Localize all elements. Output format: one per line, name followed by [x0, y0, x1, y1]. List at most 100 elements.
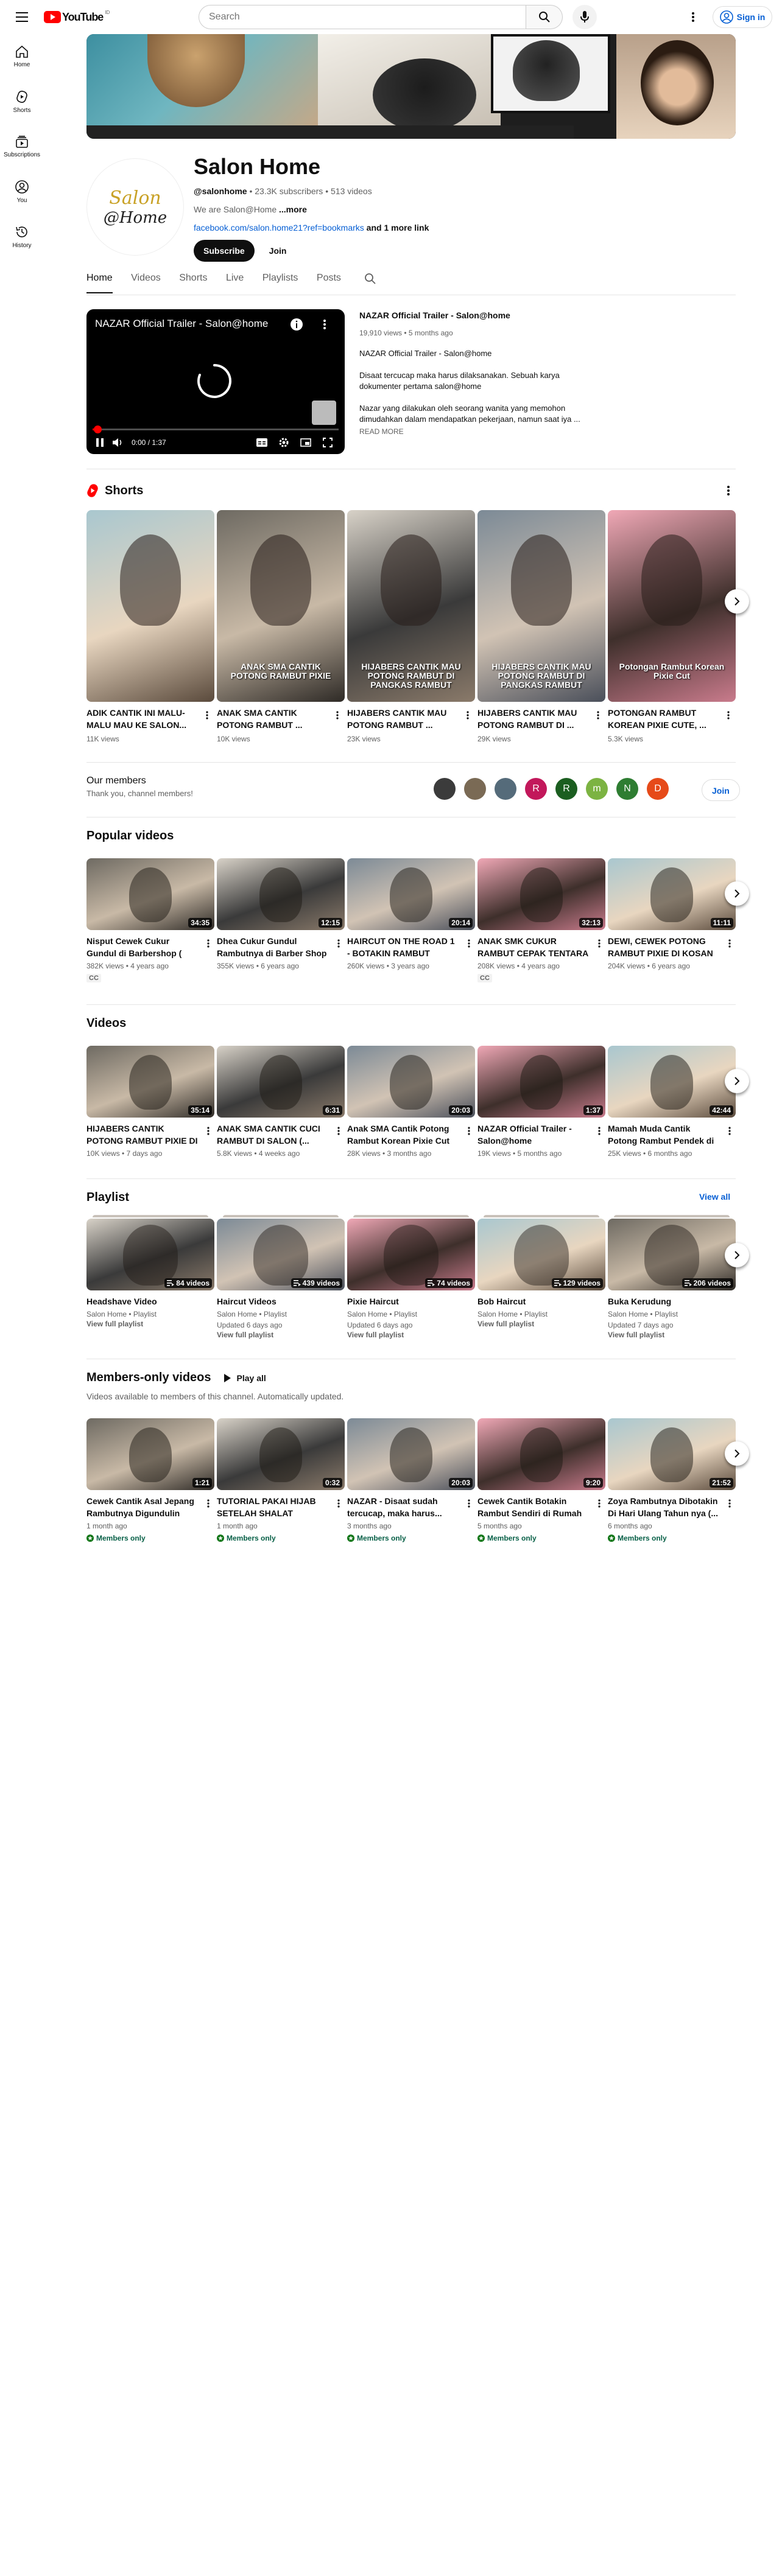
- description-more-link[interactable]: ...more: [279, 205, 307, 214]
- item-more-icon[interactable]: [331, 936, 346, 951]
- short-thumbnail[interactable]: ANAK SMA CANTIK POTONG RAMBUT PIXIE: [217, 510, 345, 702]
- item-more-icon[interactable]: [462, 1496, 476, 1511]
- video-title[interactable]: Nisput Cewek Cukur Gundul di Barbershop …: [86, 935, 199, 959]
- view-full-playlist-link[interactable]: View full playlist: [477, 1320, 534, 1328]
- video-card[interactable]: 11:11 DEWI, CEWEK POTONG RAMBUT PIXIE DI …: [608, 858, 737, 970]
- item-more-icon[interactable]: [722, 1496, 737, 1511]
- view-full-playlist-link[interactable]: View full playlist: [86, 1320, 143, 1328]
- item-more-icon[interactable]: [462, 936, 476, 951]
- search-input[interactable]: [199, 5, 526, 29]
- playlist-view-all[interactable]: View all: [699, 1192, 730, 1202]
- item-more-icon[interactable]: [201, 1496, 216, 1511]
- menu-icon[interactable]: [12, 7, 32, 27]
- tab-playlists[interactable]: Playlists: [262, 265, 298, 292]
- playlist-card[interactable]: 84 videos Headshave Video Salon Home • Pla…: [86, 1215, 214, 1349]
- playlist-card[interactable]: 439 videos Haircut Videos Salon Home • Pla…: [217, 1215, 345, 1349]
- video-title[interactable]: DEWI, CEWEK POTONG RAMBUT PIXIE DI KOSAN…: [608, 935, 720, 959]
- videos-heading[interactable]: Videos: [86, 1017, 126, 1031]
- sign-in-button[interactable]: Sign in: [713, 6, 772, 28]
- video-thumbnail[interactable]: 0:32: [217, 1418, 345, 1490]
- video-card[interactable]: 35:14 HIJABERS CANTIK POTONG RAMBUT PIXIE…: [86, 1046, 216, 1158]
- video-title[interactable]: ANAK SMK CUKUR RAMBUT CEPAK TENTARA DI..…: [477, 935, 590, 959]
- playlist-card[interactable]: 206 videos Buka Kerudung Salon Home • Play…: [608, 1215, 736, 1349]
- more-links[interactable]: and 1 more link: [367, 223, 429, 233]
- short-thumbnail[interactable]: Potongan Rambut Korean Pixie Cut: [608, 510, 736, 702]
- voice-search-button[interactable]: [572, 5, 597, 29]
- guide-item-shorts[interactable]: Shorts: [2, 79, 41, 124]
- playlist-next-button[interactable]: [725, 1243, 749, 1267]
- view-full-playlist-link[interactable]: View full playlist: [347, 1331, 404, 1339]
- video-title[interactable]: HIJABERS CANTIK POTONG RAMBUT PIXIE DI P…: [86, 1122, 199, 1147]
- video-title[interactable]: NAZAR Official Trailer - Salon@home: [477, 1122, 590, 1147]
- info-icon[interactable]: [289, 317, 305, 332]
- video-title[interactable]: Dhea Cukur Gundul Rambutnya di Barber Sh…: [217, 935, 329, 959]
- featured-player[interactable]: NAZAR Official Trailer - Salon@home 0:00…: [86, 309, 345, 454]
- item-more-icon[interactable]: [462, 1124, 476, 1138]
- short-thumbnail[interactable]: [86, 510, 214, 702]
- item-more-icon[interactable]: [592, 936, 607, 951]
- item-more-icon[interactable]: [201, 936, 216, 951]
- fullscreen-icon[interactable]: [317, 438, 339, 447]
- player-title[interactable]: NAZAR Official Trailer - Salon@home: [95, 318, 268, 330]
- video-thumbnail[interactable]: 35:14: [86, 1046, 214, 1118]
- playlist-title[interactable]: Haircut Videos: [217, 1295, 339, 1307]
- video-thumbnail[interactable]: 6:31: [217, 1046, 345, 1118]
- item-more-icon[interactable]: [592, 1496, 607, 1511]
- item-more-icon[interactable]: [200, 708, 214, 723]
- video-card[interactable]: 6:31 ANAK SMA CANTIK CUCI RAMBUT DI SALON…: [217, 1046, 346, 1158]
- guide-item-home[interactable]: Home: [2, 34, 41, 79]
- playlist-thumbnail[interactable]: 206 videos: [608, 1219, 736, 1290]
- item-more-icon[interactable]: [460, 708, 475, 723]
- guide-item-you[interactable]: You: [2, 169, 41, 214]
- shorts-next-button[interactable]: [725, 589, 749, 614]
- video-card[interactable]: 32:13 ANAK SMK CUKUR RAMBUT CEPAK TENTARA…: [477, 858, 607, 982]
- read-more-link[interactable]: READ MORE: [359, 427, 603, 436]
- video-title[interactable]: Mamah Muda Cantik Potong Rambut Pendek d…: [608, 1122, 720, 1147]
- item-more-icon[interactable]: [721, 708, 736, 723]
- members-join-button[interactable]: Join: [702, 779, 740, 801]
- short-title[interactable]: ANAK SMA CANTIK POTONG RAMBUT ...: [217, 707, 326, 731]
- item-more-icon[interactable]: [722, 936, 737, 951]
- facebook-link[interactable]: facebook.com/salon.home21?ref=bookmarks: [194, 223, 364, 233]
- shorts-more-icon[interactable]: [721, 483, 736, 498]
- playlist-card[interactable]: 129 videos Bob Haircut Salon Home • Playli…: [477, 1215, 605, 1349]
- channel-search-icon[interactable]: [364, 273, 376, 285]
- playlist-title[interactable]: Headshave Video: [86, 1295, 208, 1307]
- video-title[interactable]: Cewek Cantik Asal Jepang Rambutnya Digun…: [86, 1495, 199, 1519]
- video-thumbnail[interactable]: 42:44: [608, 1046, 736, 1118]
- item-more-icon[interactable]: [592, 1124, 607, 1138]
- progress-scrubber[interactable]: [94, 425, 102, 433]
- video-thumbnail[interactable]: 21:52: [608, 1418, 736, 1490]
- progress-track[interactable]: [93, 425, 339, 433]
- video-card[interactable]: 42:44 Mamah Muda Cantik Potong Rambut Pen…: [608, 1046, 737, 1158]
- item-more-icon[interactable]: [201, 1124, 216, 1138]
- playlist-thumbnail[interactable]: 84 videos: [86, 1219, 214, 1290]
- video-title[interactable]: Cewek Cantik Botakin Rambut Sendiri di R…: [477, 1495, 590, 1519]
- video-thumbnail[interactable]: 20:03: [347, 1046, 475, 1118]
- video-card[interactable]: 21:52 Zoya Rambutnya Dibotakin Di Hari Ul…: [608, 1418, 737, 1544]
- guide-item-history[interactable]: History: [2, 214, 41, 259]
- short-card[interactable]: ANAK SMA CANTIK POTONG RAMBUT PIXIE ANAK …: [217, 510, 345, 743]
- item-more-icon[interactable]: [330, 708, 345, 723]
- popular-next-button[interactable]: [725, 881, 749, 906]
- item-more-icon[interactable]: [331, 1124, 346, 1138]
- tab-videos[interactable]: Videos: [131, 265, 161, 292]
- members-only-heading[interactable]: Members-only videos: [86, 1371, 211, 1385]
- tab-live[interactable]: Live: [226, 265, 244, 292]
- video-title[interactable]: Zoya Rambutnya Dibotakin Di Hari Ulang T…: [608, 1495, 720, 1519]
- video-thumbnail[interactable]: 11:11: [608, 858, 736, 930]
- search-button[interactable]: [526, 5, 563, 29]
- members-next-button[interactable]: [725, 1441, 749, 1466]
- volume-icon[interactable]: [107, 438, 129, 447]
- playlist-thumbnail[interactable]: 439 videos: [217, 1219, 345, 1290]
- popular-heading[interactable]: Popular videos: [86, 829, 174, 843]
- play-icon[interactable]: [93, 438, 107, 447]
- tab-home[interactable]: Home: [86, 265, 113, 293]
- playlist-heading[interactable]: Playlist: [86, 1191, 129, 1205]
- item-more-icon[interactable]: [722, 1124, 737, 1138]
- playlist-thumbnail[interactable]: 129 videos: [477, 1219, 605, 1290]
- video-thumbnail[interactable]: 1:21: [86, 1418, 214, 1490]
- settings-menu-icon[interactable]: [683, 7, 703, 27]
- view-full-playlist-link[interactable]: View full playlist: [217, 1331, 273, 1339]
- video-thumbnail[interactable]: 32:13: [477, 858, 605, 930]
